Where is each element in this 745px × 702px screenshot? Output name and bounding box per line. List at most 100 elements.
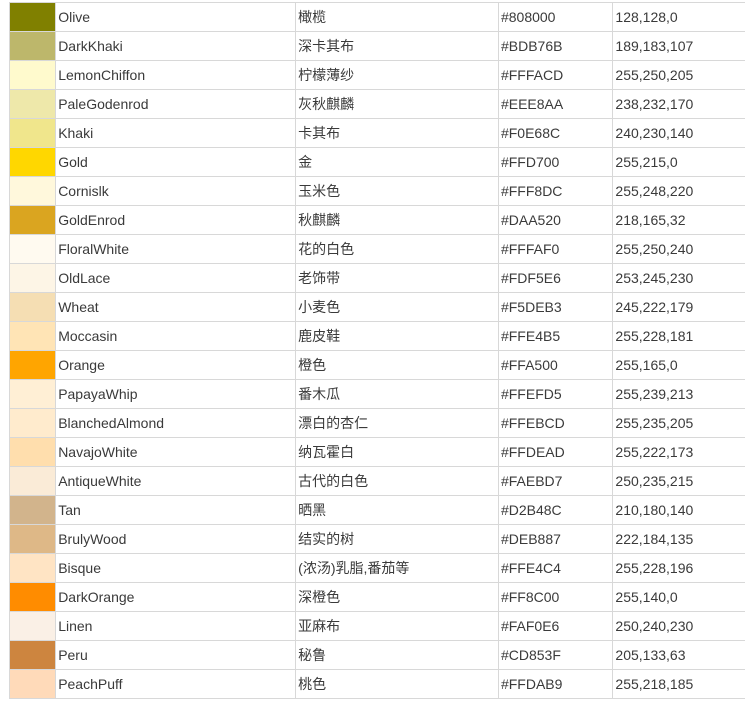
color-swatch: [10, 641, 55, 669]
color-name-cell: Cornislk: [56, 177, 296, 206]
color-swatch: [10, 380, 55, 408]
color-rgb-cell: 128,128,0: [613, 3, 745, 32]
color-name-cell: AntiqueWhite: [56, 467, 296, 496]
color-name-cell: Orange: [56, 351, 296, 380]
color-swatch: [10, 351, 55, 379]
color-rgb-cell: 250,240,230: [613, 612, 745, 641]
color-swatch-cell: [10, 612, 56, 641]
table-row: PeachPuff桃色#FFDAB9255,218,185: [10, 670, 745, 699]
table-row: Olive橄榄#808000128,128,0: [10, 3, 745, 32]
color-hex-cell: #BDB76B: [498, 32, 612, 61]
color-swatch-cell: [10, 90, 56, 119]
color-swatch-cell: [10, 438, 56, 467]
color-chinese-name-cell: 小麦色: [296, 293, 499, 322]
color-hex-cell: #FFE4C4: [498, 554, 612, 583]
color-hex-cell: #FF8C00: [498, 583, 612, 612]
color-swatch-cell: [10, 467, 56, 496]
color-swatch: [10, 206, 55, 234]
color-swatch-cell: [10, 61, 56, 90]
color-chinese-name-cell: 金: [296, 148, 499, 177]
color-chinese-name-cell: 鹿皮鞋: [296, 322, 499, 351]
color-hex-cell: #FFFAF0: [498, 235, 612, 264]
table-row: Moccasin鹿皮鞋#FFE4B5255,228,181: [10, 322, 745, 351]
color-swatch: [10, 467, 55, 495]
color-chinese-name-cell: 玉米色: [296, 177, 499, 206]
color-rgb-cell: 218,165,32: [613, 206, 745, 235]
color-chinese-name-cell: 桃色: [296, 670, 499, 699]
color-swatch: [10, 177, 55, 205]
color-chinese-name-cell: 古代的白色: [296, 467, 499, 496]
color-name-cell: FloralWhite: [56, 235, 296, 264]
color-rgb-cell: 255,140,0: [613, 583, 745, 612]
color-name-cell: Moccasin: [56, 322, 296, 351]
table-row: GoldEnrod秋麒麟#DAA520218,165,32: [10, 206, 745, 235]
color-name-cell: Wheat: [56, 293, 296, 322]
color-name-cell: BrulyWood: [56, 525, 296, 554]
color-rgb-cell: 189,183,107: [613, 32, 745, 61]
color-chinese-name-cell: 纳瓦霍白: [296, 438, 499, 467]
color-hex-cell: #FFDAB9: [498, 670, 612, 699]
color-chinese-name-cell: 漂白的杏仁: [296, 409, 499, 438]
color-rgb-cell: 255,250,240: [613, 235, 745, 264]
color-name-cell: GoldEnrod: [56, 206, 296, 235]
color-rgb-cell: 255,215,0: [613, 148, 745, 177]
color-hex-cell: #DAA520: [498, 206, 612, 235]
color-swatch: [10, 235, 55, 263]
color-name-cell: OldLace: [56, 264, 296, 293]
table-row: BrulyWood结实的树#DEB887222,184,135: [10, 525, 745, 554]
color-swatch-cell: [10, 496, 56, 525]
table-row: LemonChiffon柠檬薄纱#FFFACD255,250,205: [10, 61, 745, 90]
color-hex-cell: #FFDEAD: [498, 438, 612, 467]
color-swatch-cell: [10, 409, 56, 438]
color-rgb-cell: 222,184,135: [613, 525, 745, 554]
color-swatch-cell: [10, 119, 56, 148]
color-name-cell: LemonChiffon: [56, 61, 296, 90]
color-swatch: [10, 525, 55, 553]
color-rgb-cell: 255,228,196: [613, 554, 745, 583]
table-row: PapayaWhip番木瓜#FFEFD5255,239,213: [10, 380, 745, 409]
color-chinese-name-cell: (浓汤)乳脂,番茄等: [296, 554, 499, 583]
color-hex-cell: #808000: [498, 3, 612, 32]
color-swatch-cell: [10, 322, 56, 351]
table-row: Wheat小麦色#F5DEB3245,222,179: [10, 293, 745, 322]
color-chinese-name-cell: 结实的树: [296, 525, 499, 554]
color-chinese-name-cell: 秋麒麟: [296, 206, 499, 235]
color-rgb-cell: 255,239,213: [613, 380, 745, 409]
color-swatch: [10, 583, 55, 611]
color-swatch-cell: [10, 32, 56, 61]
color-name-cell: Olive: [56, 3, 296, 32]
table-row: Tan晒黑#D2B48C210,180,140: [10, 496, 745, 525]
color-rgb-cell: 255,165,0: [613, 351, 745, 380]
color-name-cell: PapayaWhip: [56, 380, 296, 409]
color-table: Olive橄榄#808000128,128,0DarkKhaki深卡其布#BDB…: [9, 2, 745, 699]
color-chinese-name-cell: 花的白色: [296, 235, 499, 264]
color-swatch: [10, 438, 55, 466]
color-swatch: [10, 264, 55, 292]
color-swatch-cell: [10, 235, 56, 264]
color-swatch-cell: [10, 641, 56, 670]
table-row: FloralWhite花的白色#FFFAF0255,250,240: [10, 235, 745, 264]
table-row: Peru秘鲁#CD853F205,133,63: [10, 641, 745, 670]
color-rgb-cell: 255,248,220: [613, 177, 745, 206]
color-chinese-name-cell: 橄榄: [296, 3, 499, 32]
color-swatch-cell: [10, 148, 56, 177]
table-row: BlanchedAlmond漂白的杏仁#FFEBCD255,235,205: [10, 409, 745, 438]
color-hex-cell: #FFF8DC: [498, 177, 612, 206]
color-hex-cell: #FFE4B5: [498, 322, 612, 351]
color-swatch-cell: [10, 3, 56, 32]
color-hex-cell: #F5DEB3: [498, 293, 612, 322]
color-name-cell: PaleGodenrod: [56, 90, 296, 119]
color-name-cell: DarkOrange: [56, 583, 296, 612]
color-rgb-cell: 250,235,215: [613, 467, 745, 496]
color-swatch: [10, 554, 55, 582]
color-hex-cell: #FFFACD: [498, 61, 612, 90]
color-name-cell: Peru: [56, 641, 296, 670]
color-swatch: [10, 90, 55, 118]
color-name-cell: BlanchedAlmond: [56, 409, 296, 438]
table-row: Bisque(浓汤)乳脂,番茄等#FFE4C4255,228,196: [10, 554, 745, 583]
color-rgb-cell: 255,218,185: [613, 670, 745, 699]
color-swatch-cell: [10, 206, 56, 235]
color-chinese-name-cell: 卡其布: [296, 119, 499, 148]
color-rgb-cell: 255,228,181: [613, 322, 745, 351]
color-name-cell: Gold: [56, 148, 296, 177]
